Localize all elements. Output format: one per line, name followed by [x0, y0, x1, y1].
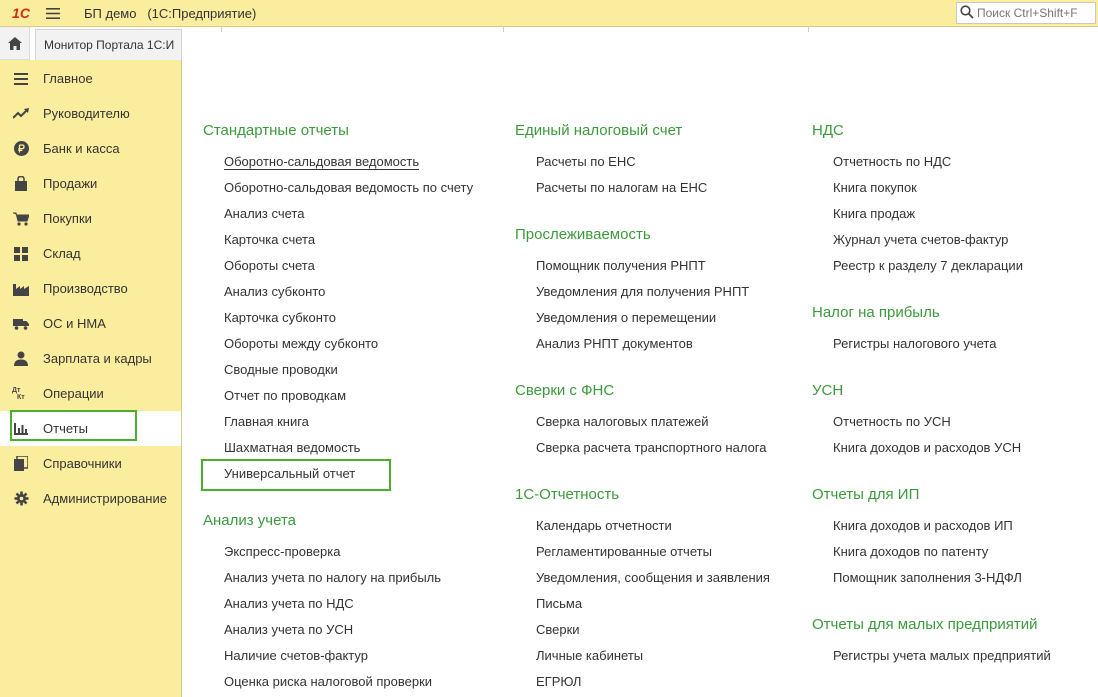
- link-3ndfl-helper[interactable]: Помощник заполнения 3-НДФЛ: [833, 570, 1022, 585]
- sidebar-item-assets[interactable]: ОС и НМА: [0, 306, 181, 341]
- link-personal-accounts[interactable]: Личные кабинеты: [536, 648, 643, 663]
- sidebar-item-operations[interactable]: Дт Кт Операции: [0, 376, 181, 411]
- sidebar-item-warehouse[interactable]: Склад: [0, 236, 181, 271]
- sidebar-item-bank[interactable]: Банк и касса: [0, 131, 181, 166]
- link-usn-analysis[interactable]: Анализ учета по УСН: [224, 622, 353, 637]
- hamburger-menu-icon[interactable]: [42, 0, 64, 27]
- link-tax-registers[interactable]: Регистры налогового учета: [833, 336, 996, 351]
- link-letters[interactable]: Письма: [536, 596, 582, 611]
- dt-kt-icon: Дт Кт: [12, 386, 25, 401]
- link-ip-book[interactable]: Книга доходов и расходов ИП: [833, 518, 1013, 533]
- link-general-ledger[interactable]: Главная книга: [224, 414, 309, 429]
- link-sales-book[interactable]: Книга продаж: [833, 206, 915, 221]
- bag-icon: [12, 175, 30, 193]
- search-icon[interactable]: [960, 4, 974, 22]
- search-input[interactable]: [977, 6, 1095, 20]
- app-title: БП демо (1С:Предприятие): [84, 5, 257, 21]
- sidebar-item-directories[interactable]: Справочники: [0, 446, 181, 481]
- section-title-ens: Единый налоговый счет: [515, 122, 683, 139]
- link-usn-reporting[interactable]: Отчетность по УСН: [833, 414, 951, 429]
- tab-portal-monitor[interactable]: Монитор Портала 1С:И: [35, 29, 182, 60]
- tab-strip: Монитор Портала 1С:И: [0, 27, 1098, 60]
- link-ens-taxes[interactable]: Расчеты по налогам на ЕНС: [536, 180, 707, 195]
- top-bar: 1С БП демо (1С:Предприятие): [0, 0, 1098, 27]
- link-section7-registry[interactable]: Реестр к разделу 7 декларации: [833, 258, 1023, 273]
- link-osv[interactable]: Оборотно-сальдовая ведомость: [224, 154, 420, 170]
- link-transport-tax-recon[interactable]: Сверка расчета транспортного налога: [536, 440, 766, 455]
- trend-icon: [12, 105, 30, 123]
- link-regulated-reports[interactable]: Регламентированные отчеты: [536, 544, 712, 559]
- tab-divider: [808, 27, 809, 32]
- link-vat-reporting[interactable]: Отчетность по НДС: [833, 154, 951, 169]
- link-chess-sheet[interactable]: Шахматная ведомость: [224, 440, 360, 455]
- link-subconto-card[interactable]: Карточка субконто: [224, 310, 336, 325]
- link-subconto-analysis[interactable]: Анализ субконто: [224, 284, 325, 299]
- link-rnpt-analysis[interactable]: Анализ РНПТ документов: [536, 336, 693, 351]
- link-osv-account[interactable]: Оборотно-сальдовая ведомость по счету: [224, 180, 473, 195]
- gear-icon: [12, 490, 30, 508]
- link-account-turnover[interactable]: Обороты счета: [224, 258, 315, 273]
- sidebar-item-manager[interactable]: Руководителю: [0, 96, 181, 131]
- section-title-trace: Прослеживаемость: [515, 226, 651, 243]
- link-account-card[interactable]: Карточка счета: [224, 232, 315, 247]
- link-express-check[interactable]: Экспресс-проверка: [224, 544, 340, 559]
- link-subconto-turnover[interactable]: Обороты между субконто: [224, 336, 378, 351]
- section-title-reporting: 1С-Отчетность: [515, 486, 620, 503]
- link-rnpt-helper[interactable]: Помощник получения РНПТ: [536, 258, 706, 273]
- section-title-fns: Сверки с ФНС: [515, 382, 615, 399]
- link-purchase-book[interactable]: Книга покупок: [833, 180, 917, 195]
- link-patent-book[interactable]: Книга доходов по патенту: [833, 544, 988, 559]
- link-egrul[interactable]: ЕГРЮЛ: [536, 674, 581, 689]
- sidebar-item-salary[interactable]: Зарплата и кадры: [0, 341, 181, 376]
- link-invoice-journal[interactable]: Журнал учета счетов-фактур: [833, 232, 1008, 247]
- link-summary-entries[interactable]: Сводные проводки: [224, 362, 338, 377]
- link-account-analysis[interactable]: Анализ счета: [224, 206, 304, 221]
- person-icon: [12, 350, 30, 368]
- truck-icon: [12, 315, 30, 333]
- factory-icon: [12, 280, 30, 298]
- section-title-analysis: Анализ учета: [203, 512, 297, 529]
- section-title-vat: НДС: [812, 122, 844, 139]
- section-title-small-business: Отчеты для малых предприятий: [812, 616, 1038, 633]
- grid-icon: [12, 245, 30, 263]
- global-search[interactable]: [956, 2, 1096, 24]
- sidebar-item-reports[interactable]: Отчеты: [0, 411, 181, 446]
- reports-panel: Стандартные отчеты Оборотно-сальдовая ве…: [183, 60, 1098, 697]
- link-vat-analysis[interactable]: Анализ учета по НДС: [224, 596, 354, 611]
- link-profit-analysis[interactable]: Анализ учета по налогу на прибыль: [224, 570, 441, 585]
- link-ens-calc[interactable]: Расчеты по ЕНС: [536, 154, 636, 169]
- tab-divider: [503, 27, 504, 32]
- section-title-ip: Отчеты для ИП: [812, 486, 920, 503]
- link-tax-risk[interactable]: Оценка риска налоговой проверки: [224, 674, 432, 689]
- link-entries-report[interactable]: Отчет по проводкам: [224, 388, 346, 403]
- sidebar-item-admin[interactable]: Администрирование: [0, 481, 181, 516]
- link-reconciliations[interactable]: Сверки: [536, 622, 580, 637]
- sidebar: Главное Руководителю Банк и касса Продаж…: [0, 60, 182, 697]
- logo-1c[interactable]: 1С: [0, 0, 42, 27]
- link-small-business-registers[interactable]: Регистры учета малых предприятий: [833, 648, 1051, 663]
- link-universal-report[interactable]: Универсальный отчет: [224, 466, 355, 481]
- tab-divider: [221, 27, 222, 32]
- menu-lines-icon: [12, 70, 30, 88]
- books-icon: [12, 455, 30, 473]
- sidebar-item-sales[interactable]: Продажи: [0, 166, 181, 201]
- section-title-usn: УСН: [812, 382, 844, 399]
- link-notices-messages[interactable]: Уведомления, сообщения и заявления: [536, 570, 770, 585]
- section-title-standard: Стандартные отчеты: [203, 122, 349, 139]
- section-title-profit: Налог на прибыль: [812, 304, 940, 321]
- link-rnpt-notices[interactable]: Уведомления для получения РНПТ: [536, 284, 749, 299]
- home-icon[interactable]: [0, 27, 30, 60]
- cart-icon: [12, 210, 30, 228]
- ruble-icon: [12, 140, 30, 158]
- sidebar-item-production[interactable]: Производство: [0, 271, 181, 306]
- bar-chart-icon: [12, 420, 30, 438]
- link-reporting-calendar[interactable]: Календарь отчетности: [536, 518, 672, 533]
- link-movement-notices[interactable]: Уведомления о перемещении: [536, 310, 716, 325]
- link-usn-book[interactable]: Книга доходов и расходов УСН: [833, 440, 1021, 455]
- link-tax-payments-recon[interactable]: Сверка налоговых платежей: [536, 414, 709, 429]
- sidebar-item-purchases[interactable]: Покупки: [0, 201, 181, 236]
- sidebar-item-main[interactable]: Главное: [0, 61, 181, 96]
- link-invoices-presence[interactable]: Наличие счетов-фактур: [224, 648, 368, 663]
